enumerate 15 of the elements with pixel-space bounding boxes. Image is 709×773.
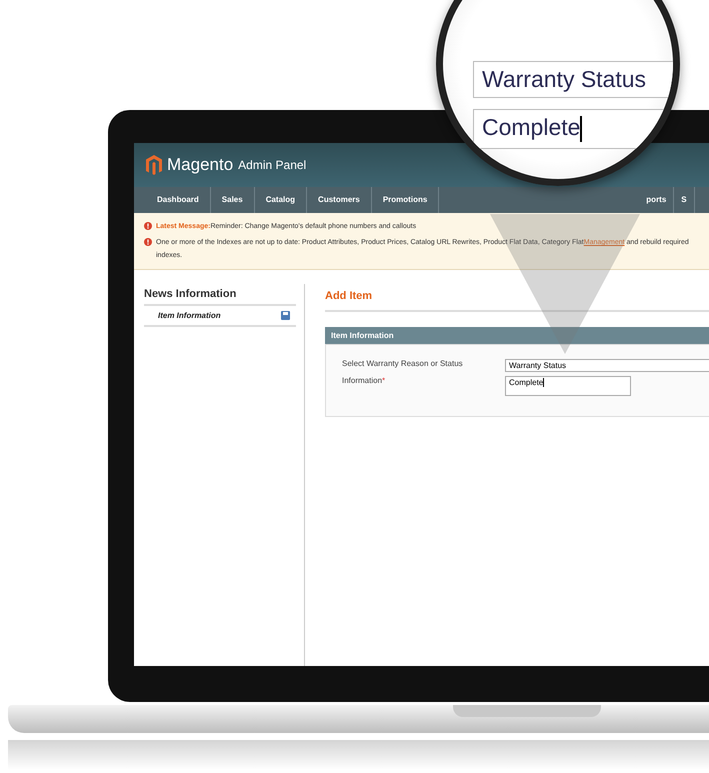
logo-text: Magento: [167, 155, 234, 175]
save-icon: [281, 311, 290, 320]
sidebar-title: News Information: [144, 284, 296, 306]
page-title: Add Item: [325, 284, 709, 312]
logo-subtitle: Admin Panel: [238, 158, 306, 172]
warning-icon: [144, 222, 152, 230]
field-label: Information*: [342, 376, 386, 385]
field-label: Select Warranty Reason or Status: [342, 359, 464, 368]
input-field[interactable]: Complete: [505, 376, 631, 396]
sidebar-item[interactable]: Item Information: [144, 306, 296, 327]
section-header: Item Information: [325, 327, 709, 344]
input-field[interactable]: Warranty Status: [505, 359, 709, 372]
logo-icon: [146, 155, 162, 175]
magnified-field: Warranty Status: [473, 61, 673, 98]
warning-icon: [144, 238, 152, 246]
